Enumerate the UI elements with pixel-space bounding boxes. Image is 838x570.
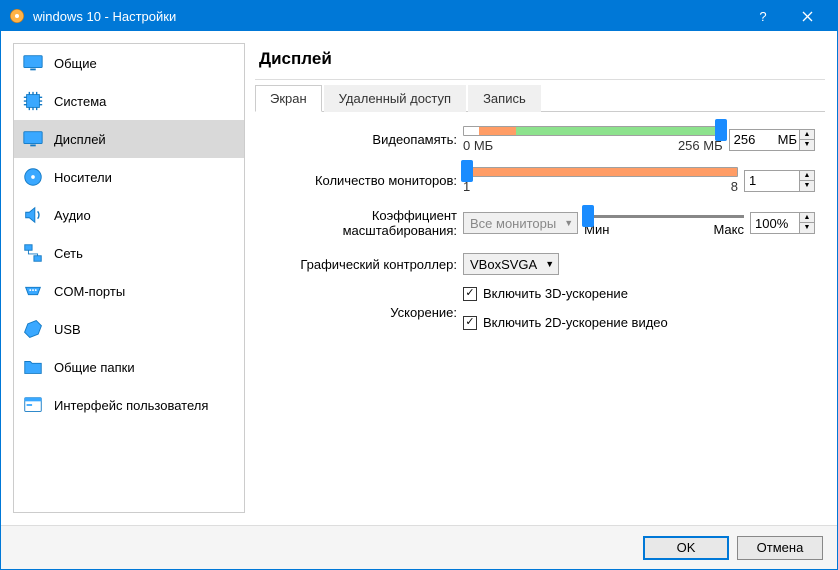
video-memory-min: 0 МБ bbox=[463, 138, 493, 153]
sidebar-item-shared-folders[interactable]: Общие папки bbox=[14, 348, 244, 386]
accel-2d-checkbox[interactable] bbox=[463, 316, 477, 330]
footer: OK Отмена bbox=[1, 525, 837, 569]
screen-panel: Видеопамять: 0 МБ 256 МБ bbox=[255, 112, 825, 358]
sidebar-item-storage[interactable]: Носители bbox=[14, 158, 244, 196]
sidebar-item-label: USB bbox=[54, 322, 81, 337]
ok-button[interactable]: OK bbox=[643, 536, 729, 560]
monitor-icon bbox=[22, 52, 44, 74]
sidebar-item-serial[interactable]: COM-порты bbox=[14, 272, 244, 310]
tabs: Экран Удаленный доступ Запись bbox=[255, 84, 825, 112]
monitors-spinbox[interactable]: ▲▼ bbox=[744, 170, 815, 192]
serial-icon bbox=[22, 280, 44, 302]
monitors-slider[interactable]: 1 8 bbox=[463, 167, 738, 194]
titlebar: windows 10 - Настройки ? bbox=[1, 1, 837, 31]
spin-up[interactable]: ▲ bbox=[800, 213, 814, 223]
sidebar-item-label: Общие bbox=[54, 56, 97, 71]
sidebar-item-audio[interactable]: Аудио bbox=[14, 196, 244, 234]
display-icon bbox=[22, 128, 44, 150]
sidebar-item-label: COM-порты bbox=[54, 284, 125, 299]
spin-up[interactable]: ▲ bbox=[800, 171, 814, 181]
content-area: Общие Система Дисплей Носители Аудио Сет… bbox=[1, 31, 837, 525]
sidebar-item-display[interactable]: Дисплей bbox=[14, 120, 244, 158]
accel-3d-checkbox[interactable] bbox=[463, 287, 477, 301]
monitors-max: 8 bbox=[731, 179, 738, 194]
sidebar-item-label: Интерфейс пользователя bbox=[54, 398, 208, 413]
sidebar-item-label: Сеть bbox=[54, 246, 83, 261]
accel-3d-label: Включить 3D-ускорение bbox=[483, 286, 628, 301]
close-icon bbox=[802, 11, 813, 22]
sidebar-item-ui[interactable]: Интерфейс пользователя bbox=[14, 386, 244, 424]
sidebar-item-usb[interactable]: USB bbox=[14, 310, 244, 348]
spin-down[interactable]: ▼ bbox=[800, 140, 814, 150]
accel-label: Ускорение: bbox=[265, 305, 463, 320]
scale-spinbox[interactable]: ▲▼ bbox=[750, 212, 815, 234]
cancel-button[interactable]: Отмена bbox=[737, 536, 823, 560]
chevron-down-icon: ▼ bbox=[564, 218, 573, 228]
controller-combo[interactable]: VBoxSVGA ▼ bbox=[463, 253, 559, 275]
tab-screen[interactable]: Экран bbox=[255, 85, 322, 112]
monitors-input[interactable] bbox=[745, 173, 799, 188]
scale-monitor-combo[interactable]: Все мониторы ▼ bbox=[463, 212, 578, 234]
spin-down[interactable]: ▼ bbox=[800, 223, 814, 233]
tab-remote[interactable]: Удаленный доступ bbox=[324, 85, 466, 112]
network-icon bbox=[22, 242, 44, 264]
disk-icon bbox=[22, 166, 44, 188]
chevron-down-icon: ▼ bbox=[545, 259, 554, 269]
accel-3d-row[interactable]: Включить 3D-ускорение bbox=[463, 286, 628, 301]
monitors-label: Количество мониторов: bbox=[265, 173, 463, 188]
sidebar-item-network[interactable]: Сеть bbox=[14, 234, 244, 272]
window-title: windows 10 - Настройки bbox=[33, 9, 741, 24]
scale-slider[interactable]: Мин Макс bbox=[584, 209, 744, 237]
scale-label: Коэффициент масштабирования: bbox=[265, 208, 463, 238]
close-button[interactable] bbox=[785, 1, 829, 31]
accel-2d-row[interactable]: Включить 2D-ускорение видео bbox=[463, 315, 668, 330]
video-memory-label: Видеопамять: bbox=[265, 132, 463, 147]
help-button[interactable]: ? bbox=[741, 1, 785, 31]
spin-down[interactable]: ▼ bbox=[800, 181, 814, 191]
sidebar: Общие Система Дисплей Носители Аудио Сет… bbox=[13, 43, 245, 513]
sidebar-item-label: Общие папки bbox=[54, 360, 135, 375]
page-title: Дисплей bbox=[255, 43, 825, 80]
chip-icon bbox=[22, 90, 44, 112]
scale-max: Макс bbox=[713, 222, 744, 237]
usb-icon bbox=[22, 318, 44, 340]
video-memory-slider[interactable]: 0 МБ 256 МБ bbox=[463, 126, 723, 153]
ui-icon bbox=[22, 394, 44, 416]
gear-icon bbox=[9, 8, 25, 24]
controller-label: Графический контроллер: bbox=[265, 257, 463, 272]
sidebar-item-label: Носители bbox=[54, 170, 112, 185]
sidebar-item-label: Дисплей bbox=[54, 132, 106, 147]
spin-up[interactable]: ▲ bbox=[800, 130, 814, 140]
sidebar-item-label: Система bbox=[54, 94, 106, 109]
video-memory-spinbox[interactable]: МБ ▲▼ bbox=[729, 129, 815, 151]
settings-window: windows 10 - Настройки ? Общие Система Д… bbox=[0, 0, 838, 570]
video-memory-input[interactable] bbox=[730, 132, 778, 147]
accel-2d-label: Включить 2D-ускорение видео bbox=[483, 315, 668, 330]
sidebar-item-general[interactable]: Общие bbox=[14, 44, 244, 82]
sidebar-item-system[interactable]: Система bbox=[14, 82, 244, 120]
scale-input[interactable] bbox=[751, 216, 799, 231]
sidebar-item-label: Аудио bbox=[54, 208, 91, 223]
main-panel: Дисплей Экран Удаленный доступ Запись Ви… bbox=[255, 43, 825, 513]
speaker-icon bbox=[22, 204, 44, 226]
tab-recording[interactable]: Запись bbox=[468, 85, 541, 112]
folder-icon bbox=[22, 356, 44, 378]
